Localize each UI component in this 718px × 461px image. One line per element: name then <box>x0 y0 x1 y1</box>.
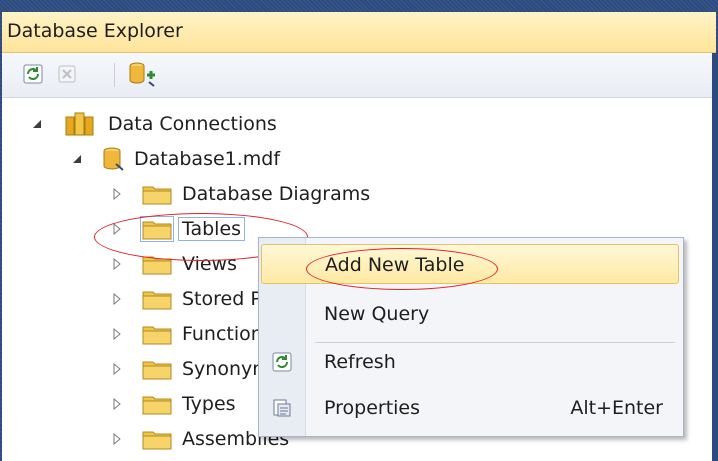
tree-item-types[interactable]: Types <box>110 389 236 419</box>
menu-item-label: Properties <box>324 397 421 419</box>
tree-item-synonyms[interactable]: Synonyms <box>110 354 281 384</box>
tree-item-database1[interactable]: Database1.mdf <box>70 144 280 174</box>
window-frame-edge <box>712 53 718 461</box>
properties-icon <box>272 398 292 418</box>
tree-item-views[interactable]: Views <box>110 249 237 279</box>
toolbar-separator <box>114 63 115 87</box>
database-file-icon <box>102 146 126 172</box>
menu-item-label: New Query <box>324 303 430 325</box>
collapsed-arrow-icon[interactable] <box>110 432 124 446</box>
folder-icon <box>142 393 172 415</box>
connect-to-database-icon <box>129 62 155 87</box>
tree-item-label: Data Connections <box>108 113 277 135</box>
stop-icon <box>58 65 76 83</box>
refresh-button[interactable] <box>20 61 46 87</box>
expanded-arrow-icon[interactable] <box>30 117 44 131</box>
folder-icon <box>142 428 172 450</box>
tree-item-tables[interactable]: Tables <box>110 214 246 244</box>
folder-icon <box>142 253 172 275</box>
menu-item-properties[interactable]: Properties Alt+Enter <box>261 388 679 428</box>
menu-item-new-query[interactable]: New Query <box>261 294 679 334</box>
context-menu: Add New Table New Query Refresh Properti… <box>258 237 684 437</box>
folder-icon <box>142 288 172 310</box>
tree-item-database-diagrams[interactable]: Database Diagrams <box>110 179 370 209</box>
collapsed-arrow-icon[interactable] <box>110 292 124 306</box>
tree-item-label: Tables <box>178 217 246 241</box>
stop-button[interactable] <box>54 61 80 87</box>
connect-to-database-button[interactable] <box>126 61 160 87</box>
collapsed-arrow-icon[interactable] <box>110 362 124 376</box>
collapsed-arrow-icon[interactable] <box>110 222 124 236</box>
collapsed-arrow-icon[interactable] <box>110 327 124 341</box>
tree-item-label: Types <box>182 393 236 415</box>
menu-item-label: Refresh <box>324 351 396 373</box>
collapsed-arrow-icon[interactable] <box>110 257 124 271</box>
tree-item-label: Database Diagrams <box>182 183 371 205</box>
collapsed-arrow-icon[interactable] <box>110 397 124 411</box>
folder-icon <box>142 183 172 205</box>
data-connections-icon <box>62 111 96 137</box>
toolbar <box>2 53 712 98</box>
tree-item-label: Views <box>182 253 237 275</box>
menu-item-label: Add New Table <box>325 254 465 276</box>
tree-item-label: Database1.mdf <box>134 148 281 170</box>
menu-item-shortcut: Alt+Enter <box>570 397 663 419</box>
refresh-icon <box>272 352 292 372</box>
menu-item-refresh[interactable]: Refresh <box>261 342 679 382</box>
title-bar[interactable]: Database Explorer <box>2 12 716 53</box>
tree-item-data-connections[interactable]: Data Connections <box>30 109 277 139</box>
expanded-arrow-icon[interactable] <box>70 152 84 166</box>
folder-icon <box>140 216 174 242</box>
window-title: Database Explorer <box>7 20 183 42</box>
menu-item-add-new-table[interactable]: Add New Table <box>261 244 679 284</box>
collapsed-arrow-icon[interactable] <box>110 187 124 201</box>
tree-item-functions[interactable]: Functions <box>110 319 273 349</box>
folder-icon <box>142 358 172 380</box>
folder-icon <box>142 323 172 345</box>
refresh-icon <box>23 64 43 84</box>
